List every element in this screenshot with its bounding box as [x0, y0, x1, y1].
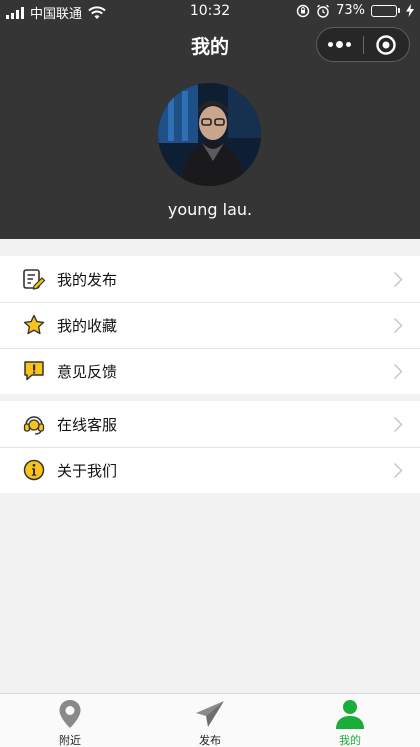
tab-nearby[interactable]: 附近	[0, 694, 140, 747]
user-icon	[336, 700, 364, 729]
menu-item-online-support[interactable]: 在线客服	[0, 401, 420, 447]
menu-label-my-favorites: 我的收藏	[57, 317, 118, 335]
tab-label-nearby: 附近	[59, 734, 81, 747]
alarm-icon	[317, 4, 330, 18]
profile-header: 中国联通 10:32 73% 我的 young lau.	[0, 0, 420, 239]
menu-group-primary: 我的发布 我的收藏 意见反馈	[0, 256, 420, 394]
menu-item-feedback[interactable]: 意见反馈	[0, 348, 420, 394]
paper-plane-icon	[196, 701, 224, 727]
tab-label-mine: 我的	[339, 734, 361, 747]
avatar[interactable]	[158, 83, 261, 186]
tab-mine[interactable]: 我的	[280, 694, 420, 747]
info-icon	[23, 459, 45, 481]
menu-item-my-favorites[interactable]: 我的收藏	[0, 302, 420, 348]
menu-item-about-us[interactable]: 关于我们	[0, 447, 420, 493]
feedback-icon	[24, 361, 44, 381]
star-icon	[23, 314, 45, 335]
tab-label-publish: 发布	[199, 734, 221, 747]
username: young lau.	[167, 200, 253, 219]
battery-icon	[371, 4, 400, 17]
rotation-lock-icon	[296, 4, 310, 17]
tab-publish[interactable]: 发布	[140, 694, 280, 747]
chevron-right-icon	[393, 317, 403, 334]
chevron-right-icon	[393, 462, 403, 479]
charging-bolt-icon	[406, 4, 414, 17]
more-button[interactable]	[317, 28, 363, 61]
avatar-photo	[158, 83, 261, 186]
location-pin-icon	[59, 700, 81, 728]
close-mini-program-button[interactable]	[364, 28, 410, 61]
battery-percent: 73%	[336, 3, 365, 18]
chevron-right-icon	[393, 416, 403, 433]
target-circle-icon	[376, 34, 396, 55]
more-dots-icon	[328, 41, 352, 48]
menu-label-online-support: 在线客服	[57, 416, 118, 434]
edit-document-icon	[23, 269, 46, 290]
tab-bar: 附近 发布 我的	[0, 693, 420, 747]
menu-label-about-us: 关于我们	[57, 462, 118, 480]
mini-program-capsule	[316, 27, 410, 62]
status-bar: 中国联通 10:32 73%	[0, 0, 420, 24]
menu-label-my-posts: 我的发布	[57, 271, 118, 289]
chevron-right-icon	[393, 363, 403, 380]
menu-group-secondary: 在线客服 关于我们	[0, 401, 420, 493]
headset-icon	[23, 416, 45, 435]
menu-item-my-posts[interactable]: 我的发布	[0, 256, 420, 302]
menu-label-feedback: 意见反馈	[57, 363, 118, 381]
chevron-right-icon	[393, 271, 403, 288]
